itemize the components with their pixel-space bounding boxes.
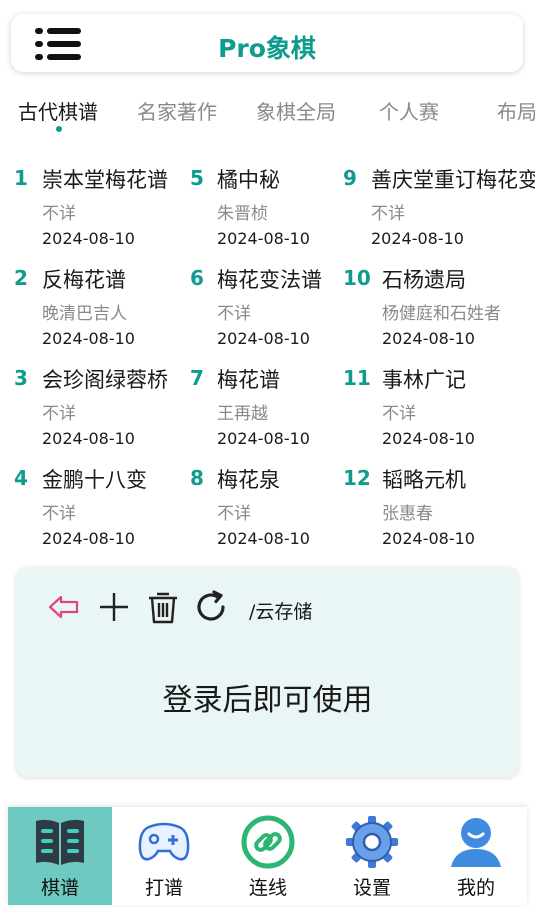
storage-path: /云存储 [249,601,313,623]
item-number: 8 [190,466,204,490]
tab-individual[interactable]: 个人赛 [379,96,439,125]
item-date: 2024-08-10 [42,429,135,448]
item-author: 不详 [42,504,76,524]
item-number: 4 [14,466,28,490]
item-title: 善庆堂重订梅花变 [371,168,535,192]
nav-item-settings[interactable]: 设置 [320,807,424,905]
list-item[interactable]: 12 韬略元机 张惠春 2024-08-10 [343,460,535,555]
item-date: 2024-08-10 [382,529,475,548]
cloud-storage-panel: /云存储 登录后即可使用 [16,567,519,777]
list-item[interactable]: 11 事林广记 不详 2024-08-10 [343,360,535,455]
nav-label: 我的 [456,877,495,899]
list-item[interactable]: 10 石杨遗局 杨健庭和石姓者 2024-08-10 [343,260,535,355]
category-tabs: 古代棋谱 名家著作 象棋全局 个人赛 布局 [0,96,535,136]
nav-item-me[interactable]: 我的 [424,807,528,905]
nav-label: 棋谱 [40,877,79,899]
item-number: 11 [343,366,371,390]
item-author: 不详 [42,404,76,424]
item-title: 金鹏十八变 [42,468,147,492]
tab-masters[interactable]: 名家著作 [137,96,217,125]
bottom-nav: 棋谱 打谱 连线 设置 我的 [8,807,527,905]
nav-item-play[interactable]: 打谱 [112,807,216,905]
nav-item-connect[interactable]: 连线 [216,807,320,905]
app-title: Pro象棋 [218,34,316,63]
item-author: 不详 [217,504,251,524]
item-title: 橘中秘 [217,168,280,192]
item-title: 会珍阁绿蓉桥 [42,368,168,392]
item-date: 2024-08-10 [42,229,135,248]
item-number: 9 [343,166,357,190]
nav-label: 设置 [352,877,391,899]
item-number: 2 [14,266,28,290]
item-title: 事林广记 [382,368,466,392]
item-author: 朱晋桢 [217,204,268,224]
nav-item-books[interactable]: 棋谱 [8,807,112,905]
item-date: 2024-08-10 [42,529,135,548]
item-date: 2024-08-10 [371,229,464,248]
item-date: 2024-08-10 [217,229,310,248]
item-date: 2024-08-10 [42,329,135,348]
item-author: 王再越 [217,404,268,424]
tab-ancient[interactable]: 古代棋谱 [18,96,98,125]
item-date: 2024-08-10 [382,429,475,448]
trash-icon[interactable] [145,589,181,625]
item-title: 韬略元机 [382,468,466,492]
item-number: 7 [190,366,204,390]
item-date: 2024-08-10 [217,329,310,348]
item-author: 不详 [217,304,251,324]
item-author: 杨健庭和石姓者 [382,304,501,324]
link-icon [241,815,295,869]
list-item[interactable]: 4 金鹏十八变 不详 2024-08-10 [14,460,194,555]
tab-full-games[interactable]: 象棋全局 [256,96,336,125]
gamepad-icon [138,822,190,861]
list-item[interactable]: 1 崇本堂梅花谱 不详 2024-08-10 [14,160,194,255]
item-date: 2024-08-10 [217,529,310,548]
top-bar: Pro象棋 [11,14,523,72]
book-icon [36,819,84,865]
item-date: 2024-08-10 [382,329,475,348]
item-author: 晚清巴吉人 [42,304,127,324]
back-arrow-icon[interactable] [46,589,82,625]
item-date: 2024-08-10 [217,429,310,448]
login-prompt: 登录后即可使用 [162,683,373,718]
list-item[interactable]: 3 会珍阁绿蓉桥 不详 2024-08-10 [14,360,194,455]
item-author: 不详 [42,204,76,224]
item-number: 6 [190,266,204,290]
item-author: 不详 [382,404,416,424]
item-author: 不详 [371,204,405,224]
list-item[interactable]: 2 反梅花谱 晚清巴吉人 2024-08-10 [14,260,194,355]
item-title: 崇本堂梅花谱 [42,168,168,192]
item-author: 张惠春 [382,504,433,524]
user-icon [451,818,501,867]
tab-opening[interactable]: 布局 [497,96,535,125]
item-title: 梅花泉 [217,468,280,492]
item-number: 1 [14,166,28,190]
item-number: 12 [343,466,371,490]
nav-label: 打谱 [144,877,183,899]
item-title: 梅花变法谱 [217,268,322,292]
gear-icon [346,816,398,868]
item-number: 3 [14,366,28,390]
plus-icon[interactable] [96,589,132,625]
active-tab-indicator [56,126,62,132]
item-title: 反梅花谱 [42,268,126,292]
list-item[interactable]: 9 善庆堂重订梅花变 不详 2024-08-10 [343,160,535,255]
nav-label: 连线 [248,877,287,899]
book-grid: 1 崇本堂梅花谱 不详 2024-08-10 2 反梅花谱 晚清巴吉人 2024… [0,160,535,560]
item-number: 5 [190,166,204,190]
item-title: 石杨遗局 [382,268,466,292]
refresh-icon[interactable] [193,589,229,625]
item-number: 10 [343,266,371,290]
item-title: 梅花谱 [217,368,280,392]
